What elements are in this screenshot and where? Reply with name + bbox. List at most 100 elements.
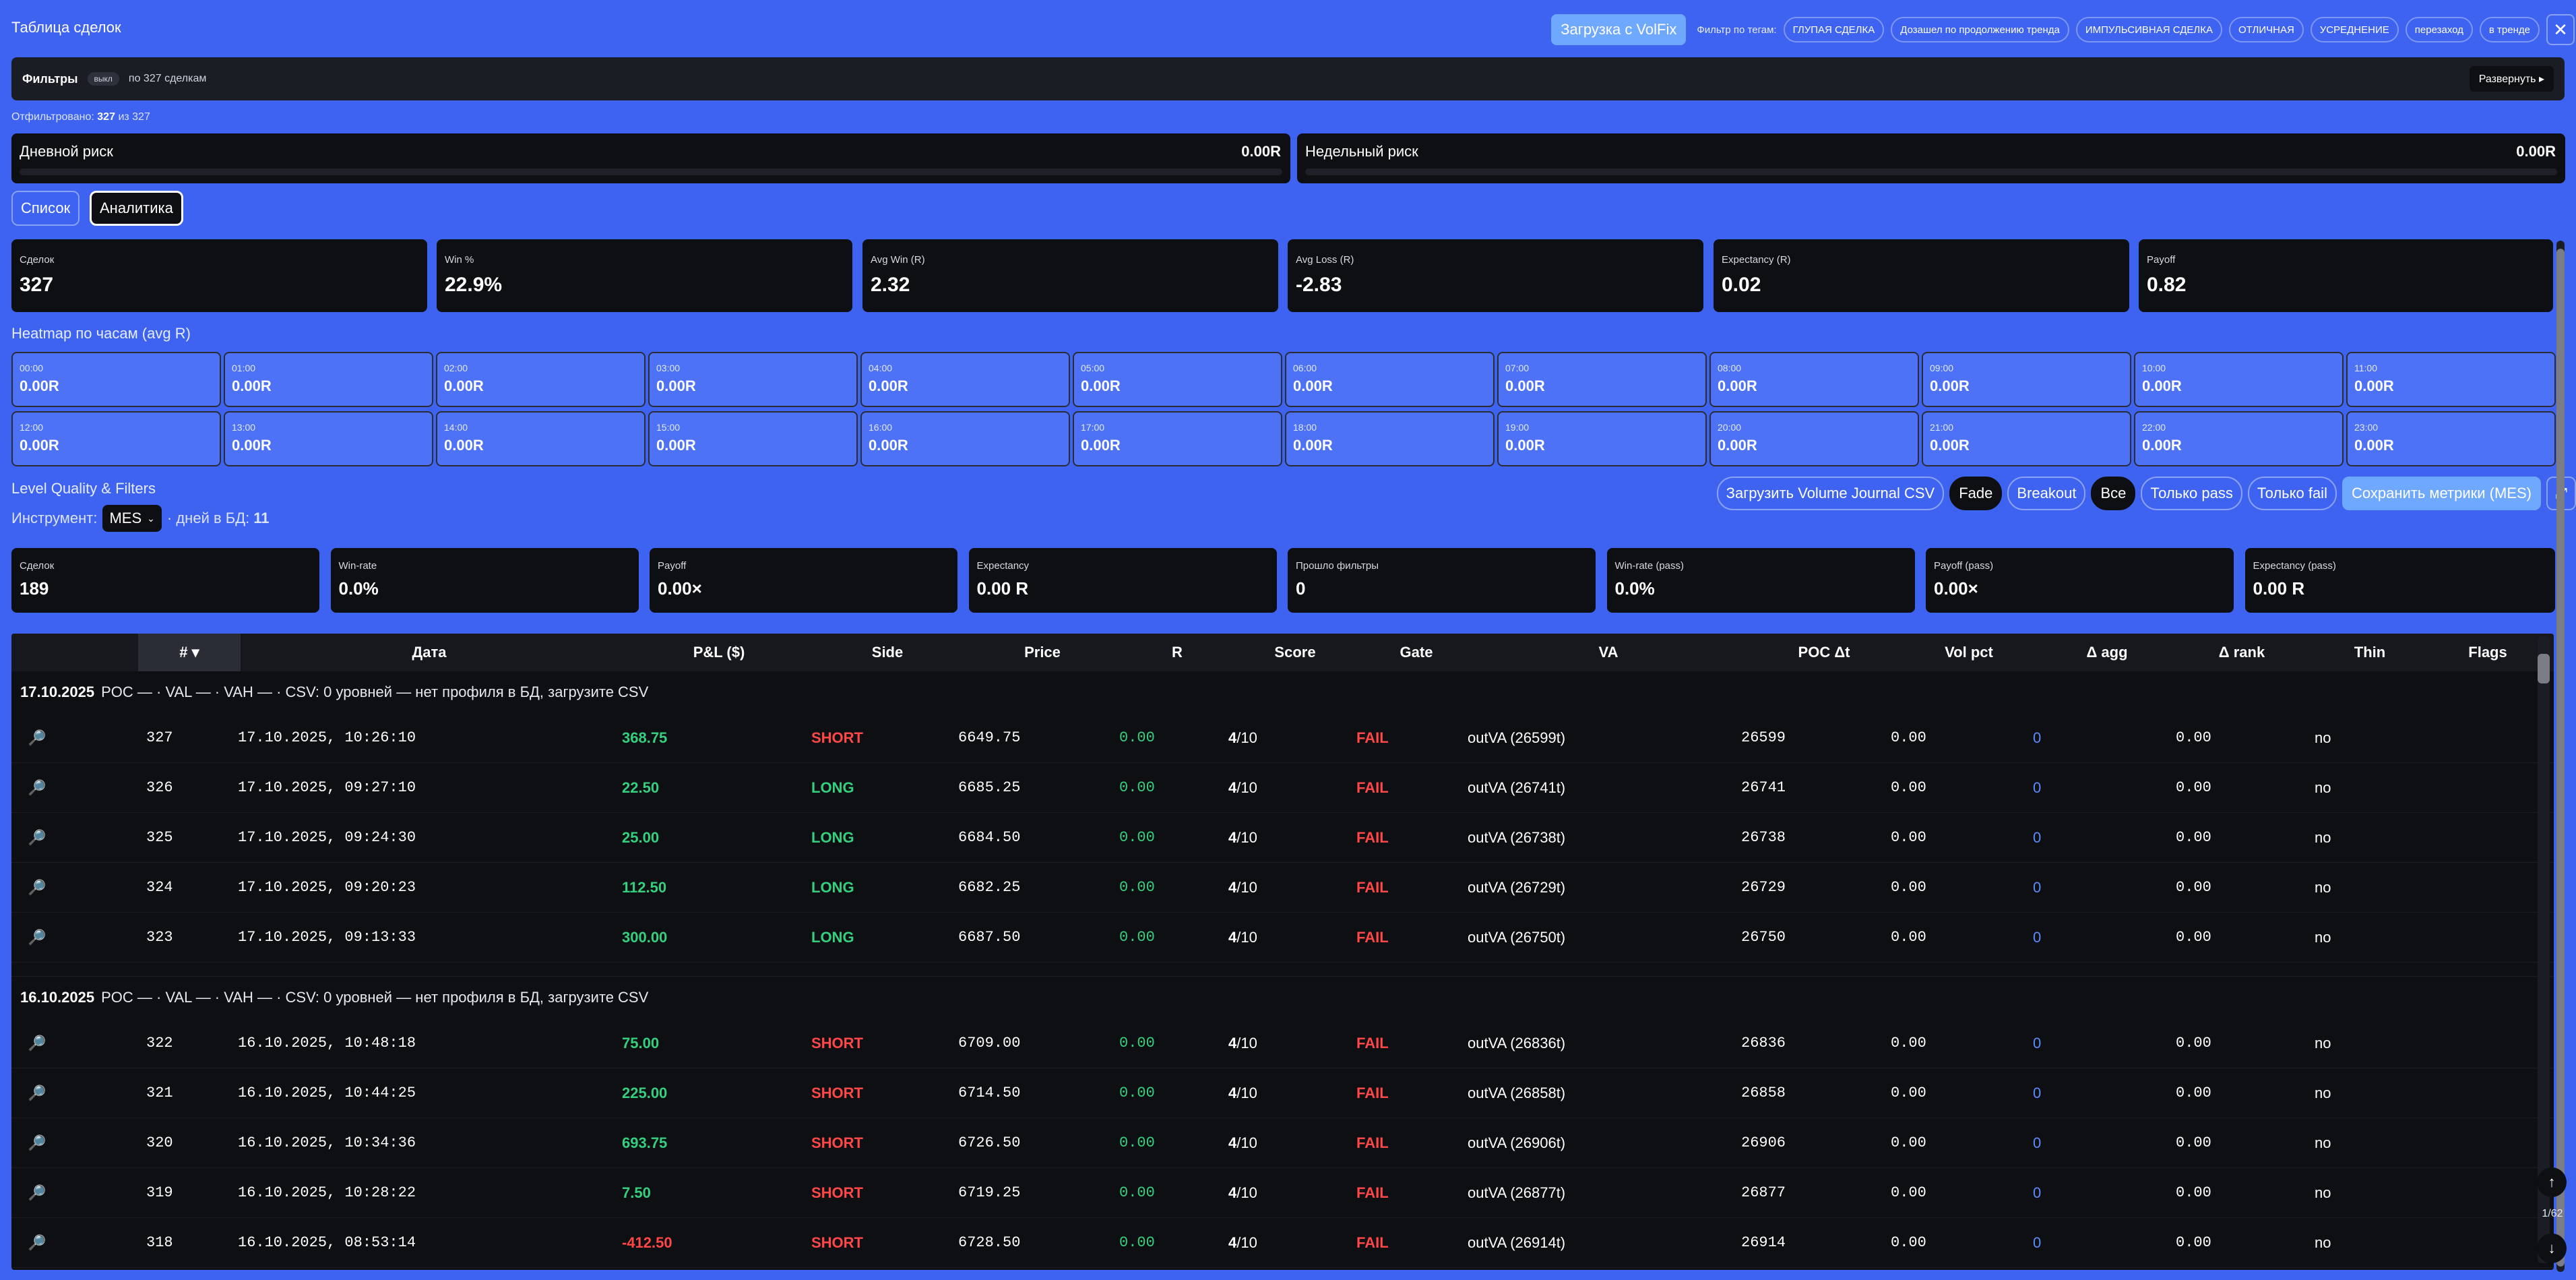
heatmap-hour: 12:00 [20, 422, 44, 433]
breakout-filter-button[interactable]: Breakout [2007, 477, 2086, 510]
trade-va: outVA (26750t) [1468, 928, 1566, 946]
table-row[interactable]: 🔎 318 16.10.2025, 08:53:14 -412.50 SHORT 6728… [11, 1218, 2554, 1268]
group-spacer [11, 963, 2554, 977]
column-header[interactable]: R [1130, 634, 1224, 671]
tag-chip[interactable]: Дозашел по продолжению тренда [1891, 17, 2069, 42]
trade-va: outVA (26906t) [1468, 1134, 1566, 1151]
heatmap-hour: 19:00 [1505, 422, 1530, 433]
column-header[interactable]: Gate [1366, 634, 1467, 671]
tag-chip[interactable]: в тренде [2479, 17, 2540, 42]
column-header[interactable]: VA [1467, 634, 1750, 671]
group-header: 17.10.2025 POC — · VAL — · VAH — · CSV: 0… [11, 671, 2554, 713]
column-header[interactable]: Δ agg [2040, 634, 2174, 671]
table-row[interactable]: 🔎 324 17.10.2025, 09:20:23 112.50 LONG 6682.2… [11, 863, 2554, 913]
tag-chip[interactable]: ОТЛИЧНАЯ [2228, 17, 2304, 42]
scroll-up-button[interactable]: ↑ [2537, 1167, 2567, 1197]
trade-poc-dt: 26836 [1741, 1035, 1786, 1052]
column-header[interactable]: Price [955, 634, 1130, 671]
lq-card-label: Expectancy (pass) [2253, 560, 2336, 572]
inspect-icon[interactable]: 🔎 [28, 1018, 46, 1068]
lq-card-label: Expectancy [976, 560, 1030, 572]
tag-chip[interactable]: ГЛУПАЯ СДЕЛКА [1783, 17, 1885, 42]
trade-poc-dt: 26858 [1741, 1085, 1786, 1101]
column-header[interactable]: Vol pct [1898, 634, 2040, 671]
lq-card-value: 0 [1296, 578, 1306, 599]
trade-gate: FAIL [1356, 1034, 1389, 1052]
trade-date: 16.10.2025, 10:48:18 [238, 1035, 416, 1052]
trade-price: 6714.50 [958, 1085, 1021, 1101]
trade-vol-pct: 0.00 [1891, 779, 1926, 796]
tab-analytics[interactable]: Аналитика [90, 191, 183, 226]
inspect-icon[interactable]: 🔎 [28, 1068, 46, 1118]
inspect-icon[interactable]: 🔎 [28, 813, 46, 862]
volfix-load-button[interactable]: Загрузка с VolFix [1551, 14, 1687, 45]
only-pass-button[interactable]: Только pass [2141, 477, 2242, 510]
close-icon[interactable]: ✕ [2546, 14, 2575, 45]
tag-chip[interactable]: УСРЕДНЕНИЕ [2310, 17, 2399, 42]
inspect-icon[interactable]: 🔎 [28, 1168, 46, 1217]
score-value: 4 [1228, 1134, 1237, 1151]
table-scrollbar-thumb[interactable] [2538, 654, 2550, 683]
heatmap-value: 0.00R [1505, 437, 1545, 454]
load-volume-journal-button[interactable]: Загрузить Volume Journal CSV [1716, 477, 1945, 510]
inspect-icon[interactable]: 🔎 [28, 1218, 46, 1267]
table-row[interactable]: 🔎 325 17.10.2025, 09:24:30 25.00 LONG 6684.50… [11, 813, 2554, 863]
heatmap-cell: 21:00 0.00R [1922, 411, 2131, 466]
heatmap-cell: 05:00 0.00R [1073, 352, 1282, 407]
inspect-icon[interactable]: 🔎 [28, 1118, 46, 1167]
only-fail-button[interactable]: Только fail [2247, 477, 2337, 510]
trade-r: 0.00 [1119, 879, 1155, 896]
table-row[interactable]: 🔎 326 17.10.2025, 09:27:10 22.50 LONG 6685.25… [11, 763, 2554, 813]
trade-delta-agg: 0 [2033, 878, 2042, 896]
save-metrics-button[interactable]: Сохранить метрики (MES) [2342, 477, 2541, 510]
page-scrollbar-thumb[interactable] [2556, 249, 2565, 1267]
score-value: 4 [1228, 1034, 1237, 1052]
all-filter-button[interactable]: Все [2091, 477, 2136, 510]
fade-filter-button[interactable]: Fade [1949, 477, 2003, 510]
trade-poc-dt: 26729 [1741, 879, 1786, 896]
table-row[interactable]: 🔎 322 16.10.2025, 10:48:18 75.00 SHORT 6709.0… [11, 1018, 2554, 1068]
trade-r: 0.00 [1119, 1134, 1155, 1151]
tag-chip[interactable]: ИМПУЛЬСИВНАЯ СДЕЛКА [2075, 17, 2222, 42]
column-header[interactable]: Flags [2430, 634, 2545, 671]
column-header[interactable]: POC Δt [1750, 634, 1898, 671]
scroll-down-button[interactable]: ↓ [2537, 1233, 2567, 1263]
table-row[interactable]: 🔎 321 16.10.2025, 10:44:25 225.00 SHORT 6714.… [11, 1068, 2554, 1118]
column-header[interactable]: Side [820, 634, 955, 671]
trade-score: 4/10 [1228, 813, 1257, 862]
inspect-icon[interactable]: 🔎 [28, 913, 46, 962]
trade-pnl: 368.75 [622, 729, 668, 746]
filters-expand-button[interactable]: Развернуть ▸ [2469, 66, 2554, 92]
lq-card: Win-rate 0.0% [330, 548, 639, 613]
instrument-select[interactable]: MES ⌄ [102, 505, 162, 532]
daily-risk-label: Дневной риск [20, 143, 113, 160]
trade-thin: no [2315, 878, 2331, 896]
table-row[interactable]: 🔎 323 17.10.2025, 09:13:33 300.00 LONG 6687.5… [11, 913, 2554, 963]
heatmap-cell: 13:00 0.00R [224, 411, 433, 466]
filters-title: Фильтры [22, 71, 78, 86]
table-row[interactable]: 🔎 319 16.10.2025, 10:28:22 7.50 SHORT 6719.25… [11, 1168, 2554, 1218]
heatmap-hour: 07:00 [1505, 363, 1530, 373]
column-header[interactable]: Thin [2309, 634, 2430, 671]
column-header[interactable]: Score [1224, 634, 1366, 671]
heatmap-hour: 06:00 [1293, 363, 1317, 373]
heatmap-hour: 23:00 [2354, 422, 2379, 433]
column-header[interactable]: Δ rank [2174, 634, 2309, 671]
column-header[interactable]: # ▾ [138, 634, 241, 671]
tag-chip[interactable]: перезаход [2405, 17, 2473, 42]
table-row[interactable]: 🔎 327 17.10.2025, 10:26:10 368.75 SHORT 6649.… [11, 713, 2554, 763]
inspect-icon[interactable]: 🔎 [28, 763, 46, 812]
page-scrollbar[interactable] [2556, 241, 2565, 1272]
inspect-icon[interactable]: 🔎 [28, 713, 46, 762]
lq-card-value: 189 [20, 578, 49, 599]
column-header[interactable]: P&L ($) [618, 634, 820, 671]
table-row[interactable]: 🔎 320 16.10.2025, 10:34:36 693.75 SHORT 6726.… [11, 1118, 2554, 1168]
trade-poc-dt: 26914 [1741, 1234, 1786, 1251]
tab-list[interactable]: Список [11, 191, 80, 226]
inspect-icon[interactable]: 🔎 [28, 863, 46, 912]
trade-delta-agg: 0 [2033, 928, 2042, 946]
score-max: /10 [1236, 928, 1257, 946]
lq-card: Expectancy 0.00 R [968, 548, 1277, 613]
lq-card: Прошло фильтры 0 [1288, 548, 1596, 613]
column-header[interactable]: Дата [241, 634, 618, 671]
